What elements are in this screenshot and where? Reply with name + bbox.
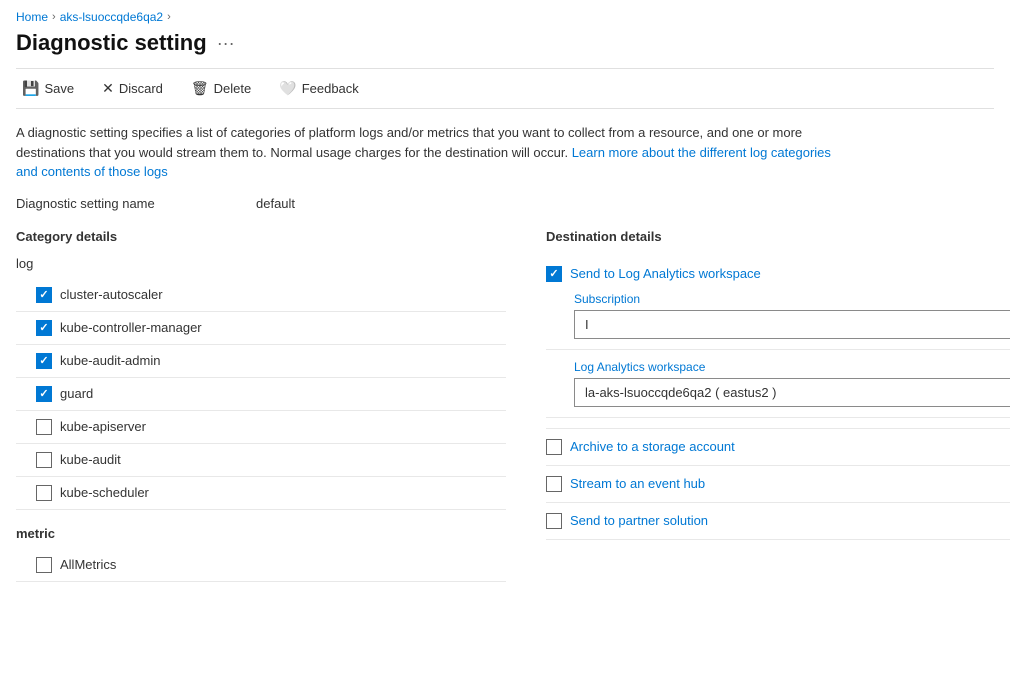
send-to-log-analytics-row: Send to Log Analytics workspace xyxy=(546,256,1010,282)
discard-icon: ✕ xyxy=(102,80,114,97)
save-label: Save xyxy=(44,81,74,96)
feedback-icon: 🤍 xyxy=(279,80,296,97)
more-options-icon[interactable]: ··· xyxy=(217,33,235,54)
kube-audit-admin-checkbox[interactable] xyxy=(36,353,52,369)
page-title-row: Diagnostic setting ··· xyxy=(16,30,994,56)
left-column: Category details log cluster-autoscaler … xyxy=(16,229,506,582)
breadcrumb-resource[interactable]: aks-lsuoccqde6qa2 xyxy=(60,10,163,24)
kube-audit-label: kube-audit xyxy=(60,452,121,467)
subscription-label: Subscription xyxy=(574,292,1010,306)
guard-label: guard xyxy=(60,386,93,401)
kube-scheduler-checkbox[interactable] xyxy=(36,485,52,501)
kube-controller-manager-label: kube-controller-manager xyxy=(60,320,202,335)
stream-event-hub-checkbox[interactable] xyxy=(546,476,562,492)
subscription-dropdown[interactable]: I ∨ xyxy=(574,310,1010,339)
right-column: Destination details Send to Log Analytic… xyxy=(546,229,1010,540)
archive-storage-checkbox[interactable] xyxy=(546,439,562,455)
partner-solution-label: Send to partner solution xyxy=(570,513,708,528)
delete-icon: 🗑 xyxy=(191,80,209,97)
log-category-group: log cluster-autoscaler kube-controller-m… xyxy=(16,256,506,510)
log-analytics-workspace-group: Log Analytics workspace la-aks-lsuoccqde… xyxy=(546,350,1010,418)
feedback-button[interactable]: 🤍 Feedback xyxy=(273,77,365,100)
kube-apiserver-checkbox[interactable] xyxy=(36,419,52,435)
page-container: Home › aks-lsuoccqde6qa2 › Diagnostic se… xyxy=(0,0,1010,598)
list-item: kube-scheduler xyxy=(16,477,506,510)
list-item: kube-controller-manager xyxy=(16,312,506,345)
list-item: AllMetrics xyxy=(16,549,506,582)
subscription-value: I xyxy=(585,317,589,332)
metric-group-label: metric xyxy=(16,526,506,541)
cluster-autoscaler-label: cluster-autoscaler xyxy=(60,287,163,302)
guard-checkbox[interactable] xyxy=(36,386,52,402)
category-details-title: Category details xyxy=(16,229,506,244)
description-block: A diagnostic setting specifies a list of… xyxy=(16,123,836,182)
list-item: guard xyxy=(16,378,506,411)
kube-audit-admin-label: kube-audit-admin xyxy=(60,353,160,368)
save-icon: 💾 xyxy=(22,80,39,97)
archive-storage-item: Archive to a storage account xyxy=(546,429,1010,466)
breadcrumb-sep1: › xyxy=(52,11,56,23)
partner-solution-item: Send to partner solution xyxy=(546,503,1010,540)
delete-button[interactable]: 🗑 Delete xyxy=(185,77,257,100)
list-item: kube-audit xyxy=(16,444,506,477)
log-analytics-value: la-aks-lsuoccqde6qa2 ( eastus2 ) xyxy=(585,385,777,400)
kube-controller-manager-checkbox[interactable] xyxy=(36,320,52,336)
send-to-log-analytics-label: Send to Log Analytics workspace xyxy=(570,266,761,281)
feedback-label: Feedback xyxy=(302,81,359,96)
kube-scheduler-label: kube-scheduler xyxy=(60,485,149,500)
list-item: kube-apiserver xyxy=(16,411,506,444)
setting-name-row: Diagnostic setting name default xyxy=(16,196,994,211)
toolbar: 💾 Save ✕ Discard 🗑 Delete 🤍 Feedback xyxy=(16,68,994,109)
destination-details-title: Destination details xyxy=(546,229,1010,244)
list-item: kube-audit-admin xyxy=(16,345,506,378)
kube-audit-checkbox[interactable] xyxy=(36,452,52,468)
breadcrumb-sep2: › xyxy=(167,11,171,23)
subscription-group: Subscription I ∨ xyxy=(546,282,1010,350)
discard-button[interactable]: ✕ Discard xyxy=(96,77,169,100)
stream-event-hub-item: Stream to an event hub xyxy=(546,466,1010,503)
metric-category-group: metric AllMetrics xyxy=(16,526,506,582)
breadcrumb-home[interactable]: Home xyxy=(16,10,48,24)
discard-label: Discard xyxy=(119,81,163,96)
send-to-log-analytics-checkbox[interactable] xyxy=(546,266,562,282)
list-item: cluster-autoscaler xyxy=(16,279,506,312)
partner-solution-checkbox[interactable] xyxy=(546,513,562,529)
save-button[interactable]: 💾 Save xyxy=(16,77,80,100)
page-title: Diagnostic setting xyxy=(16,30,207,56)
log-analytics-dropdown[interactable]: la-aks-lsuoccqde6qa2 ( eastus2 ) ∨ xyxy=(574,378,1010,407)
breadcrumb: Home › aks-lsuoccqde6qa2 › xyxy=(16,0,994,30)
log-analytics-label: Log Analytics workspace xyxy=(574,360,1010,374)
cluster-autoscaler-checkbox[interactable] xyxy=(36,287,52,303)
main-content: Category details log cluster-autoscaler … xyxy=(16,229,994,582)
kube-apiserver-label: kube-apiserver xyxy=(60,419,146,434)
setting-name-label: Diagnostic setting name xyxy=(16,196,256,211)
setting-name-value: default xyxy=(256,196,295,211)
send-to-log-analytics-block: Send to Log Analytics workspace Subscrip… xyxy=(546,256,1010,429)
delete-label: Delete xyxy=(214,81,252,96)
archive-storage-label: Archive to a storage account xyxy=(570,439,735,454)
allmetrics-checkbox[interactable] xyxy=(36,557,52,573)
log-group-label: log xyxy=(16,256,506,271)
stream-event-hub-label: Stream to an event hub xyxy=(570,476,705,491)
allmetrics-label: AllMetrics xyxy=(60,557,116,572)
